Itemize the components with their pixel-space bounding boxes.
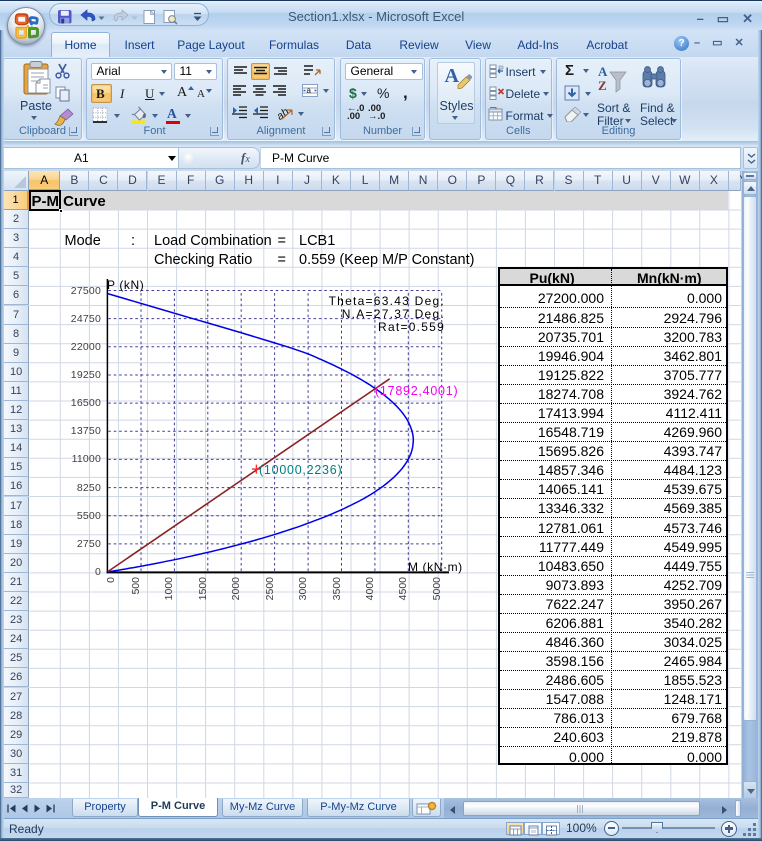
- svg-text:ab: ab: [278, 106, 291, 122]
- svg-text:a: a: [307, 86, 312, 95]
- svg-text:A: A: [598, 64, 608, 79]
- svg-text:Z: Z: [598, 78, 607, 93]
